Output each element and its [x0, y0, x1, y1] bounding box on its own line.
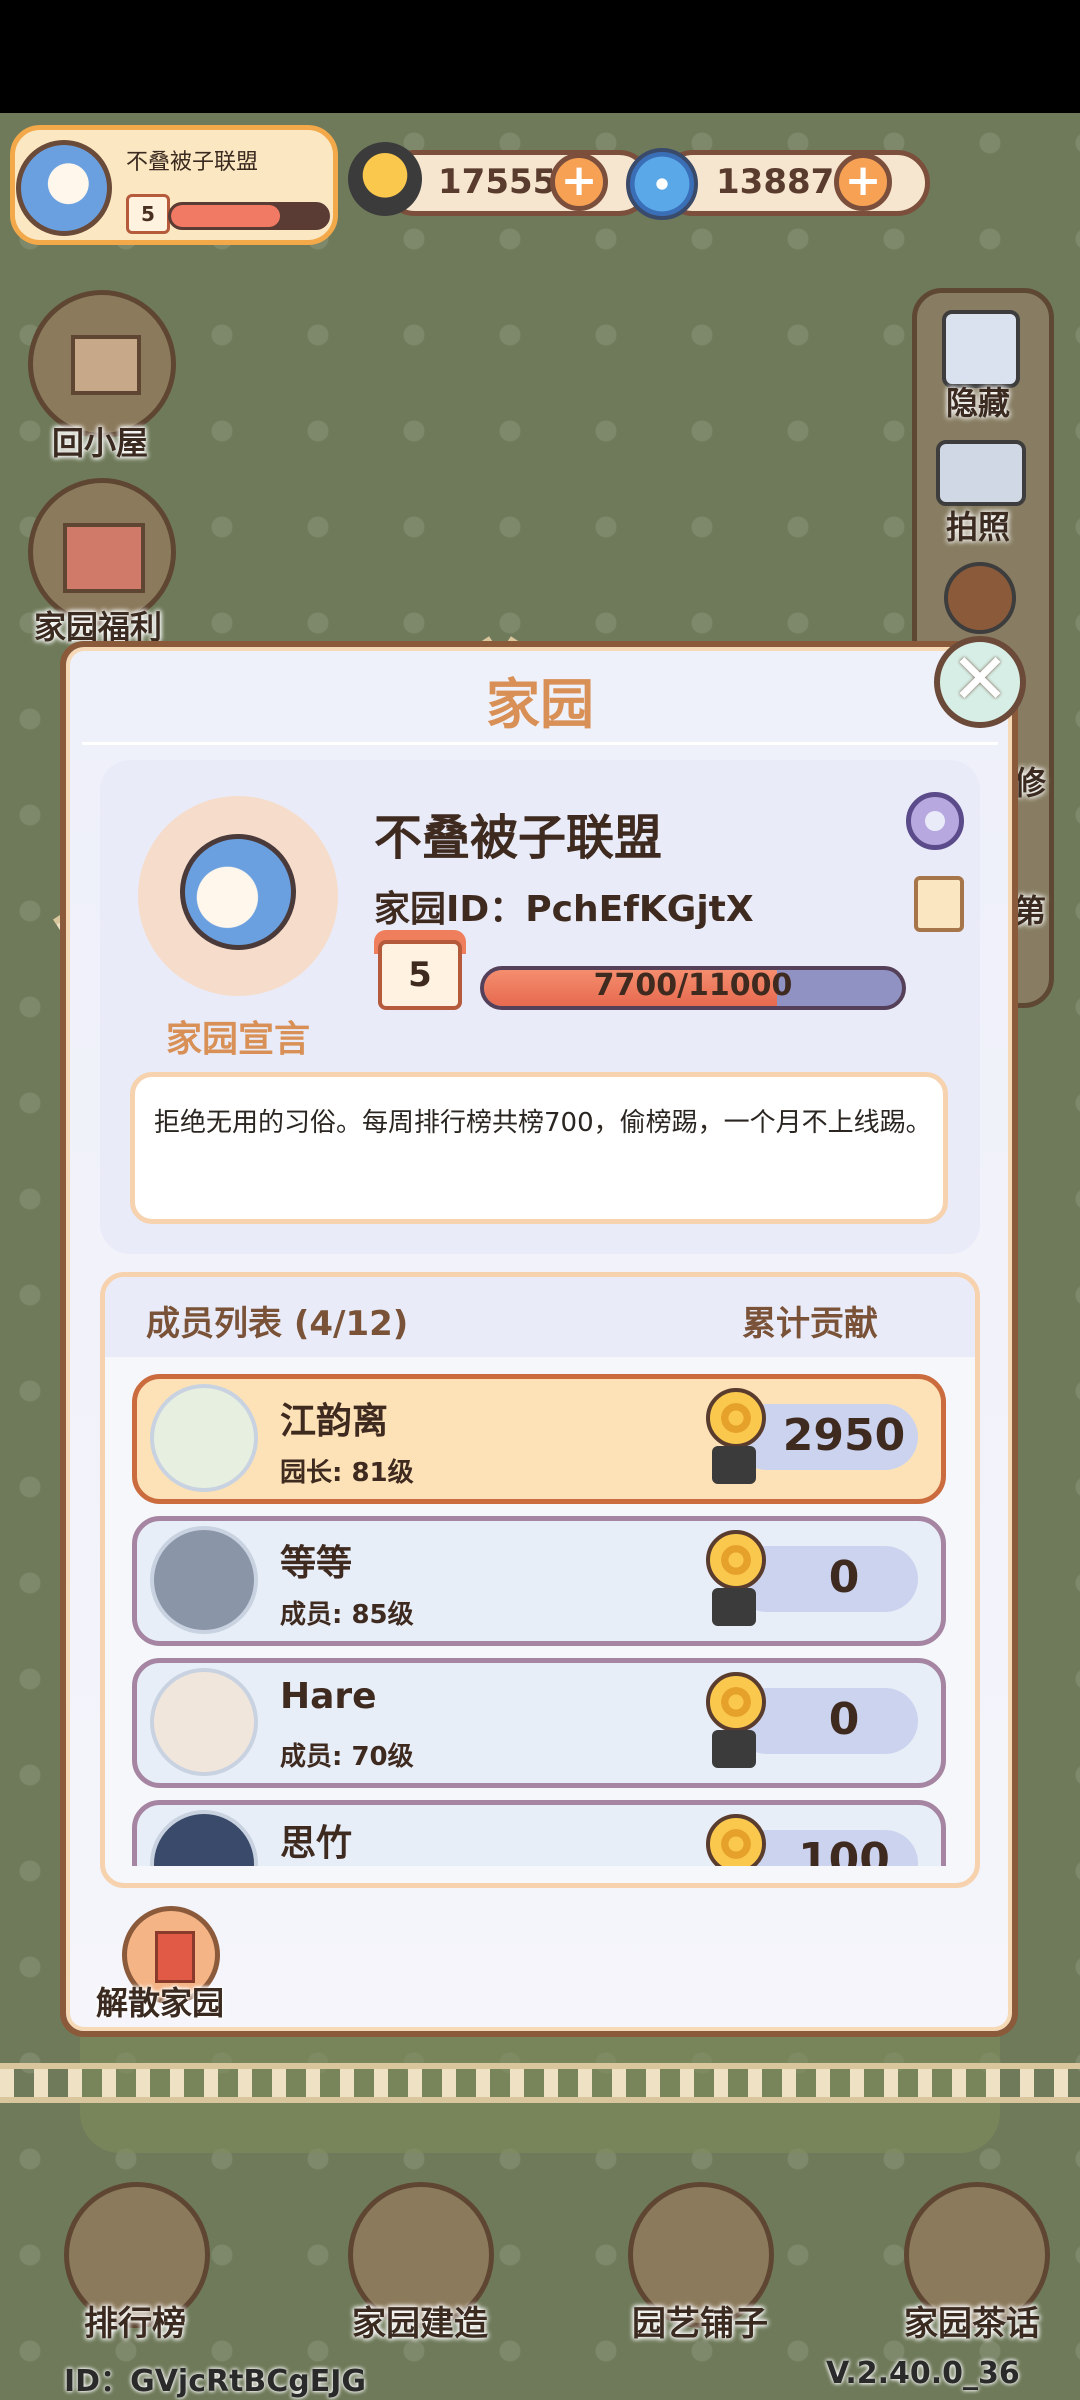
contribution-value: 0 — [828, 1694, 860, 1745]
shop-label[interactable]: 园艺铺子 — [632, 2296, 768, 2345]
snail-icon — [698, 1672, 768, 1770]
member-name: Hare — [280, 1676, 377, 1717]
hide-label[interactable]: 隐藏 — [946, 378, 1010, 424]
add-gold-button[interactable]: + — [550, 153, 608, 211]
fence-bottom — [0, 2063, 1080, 2103]
character-icon[interactable] — [944, 562, 1016, 634]
team-emblem[interactable] — [138, 796, 338, 996]
member-name: 等等 — [280, 1543, 353, 1584]
snail-icon — [698, 1814, 768, 1866]
team-level-badge: 5 — [378, 940, 462, 1010]
title-divider — [82, 742, 998, 745]
leaderboard-label[interactable]: 排行榜 — [84, 2296, 186, 2345]
team-id: 家园ID：PchEfKGjtX — [374, 880, 754, 932]
gem-swirl-icon — [626, 148, 698, 220]
hide-icon[interactable] — [942, 310, 1020, 388]
profile-level-badge: 5 — [126, 194, 170, 234]
team-name: 不叠被子联盟 — [374, 810, 663, 866]
version-label: V.2.40.0_36 — [826, 2356, 1020, 2391]
motto-label: 家园宣言 — [165, 1019, 310, 1060]
profile-name: 不叠被子联盟 — [126, 150, 259, 175]
contribution-value: 100 — [798, 1834, 890, 1866]
gift-icon — [63, 523, 145, 593]
member-name: 江韵离 — [280, 1401, 389, 1442]
exit-door-icon — [155, 1931, 195, 1983]
close-button[interactable]: ✕ — [934, 636, 1026, 728]
member-row-clip: 思竹 100 — [132, 1800, 946, 1866]
gem-value: 13887 — [716, 162, 835, 202]
home-label: 回小屋 — [52, 424, 149, 462]
chat-label[interactable]: 家园茶话 — [904, 2296, 1040, 2345]
dissolve-label[interactable]: 解散家园 — [96, 1978, 224, 2024]
members-title: 成员列表 (4/12) — [146, 1304, 409, 1344]
player-id: ID：GVjcRtBCgEJG — [64, 2364, 367, 2399]
contribution-value: 2950 — [782, 1410, 906, 1461]
motto-text: 拒绝无用的习俗。每周排行榜共榜700，偷榜踢，一个月不上线踢。 — [154, 1108, 932, 1138]
add-gem-button[interactable]: + — [834, 153, 892, 211]
member-role: 园长: 81级 — [280, 1458, 414, 1488]
profile-progress-bar — [168, 202, 330, 230]
team-id-label: 家园ID： — [374, 889, 526, 930]
build-label[interactable]: 家园建造 — [352, 2296, 488, 2345]
contribution-header: 累计贡献 — [742, 1304, 878, 1344]
cloud-emblem-icon — [180, 834, 296, 950]
team-emblem-avatar[interactable] — [16, 140, 112, 236]
copy-icon[interactable] — [914, 876, 964, 932]
member-role: 成员: 70级 — [280, 1742, 414, 1772]
camera-icon[interactable] — [936, 440, 1026, 506]
cat-avatar[interactable] — [150, 1526, 258, 1634]
home-button[interactable] — [28, 290, 176, 438]
contribution-value: 0 — [828, 1552, 860, 1603]
modal-title: 家园 — [486, 673, 594, 736]
rail-label-4[interactable]: 第 — [1014, 886, 1046, 932]
gear-icon[interactable] — [906, 792, 964, 850]
sheep-avatar[interactable] — [150, 1384, 258, 1492]
house-icon — [71, 335, 141, 395]
gold-snail-icon — [348, 142, 422, 216]
motto-box — [130, 1072, 948, 1224]
member-name: 思竹 — [280, 1823, 353, 1864]
decorate-label[interactable]: 修 — [1014, 758, 1046, 804]
profile-progress-fill — [171, 205, 281, 227]
koi-avatar[interactable] — [150, 1668, 258, 1776]
status-bar — [0, 0, 1080, 113]
team-id-value: PchEfKGjtX — [525, 889, 754, 930]
gold-value: 17555 — [438, 162, 557, 202]
camera-label[interactable]: 拍照 — [946, 502, 1010, 548]
snail-icon — [698, 1388, 768, 1486]
member-role: 成员: 85级 — [280, 1600, 414, 1630]
snail-icon — [698, 1530, 768, 1628]
xp-value: 7700/11000 — [593, 968, 793, 1003]
